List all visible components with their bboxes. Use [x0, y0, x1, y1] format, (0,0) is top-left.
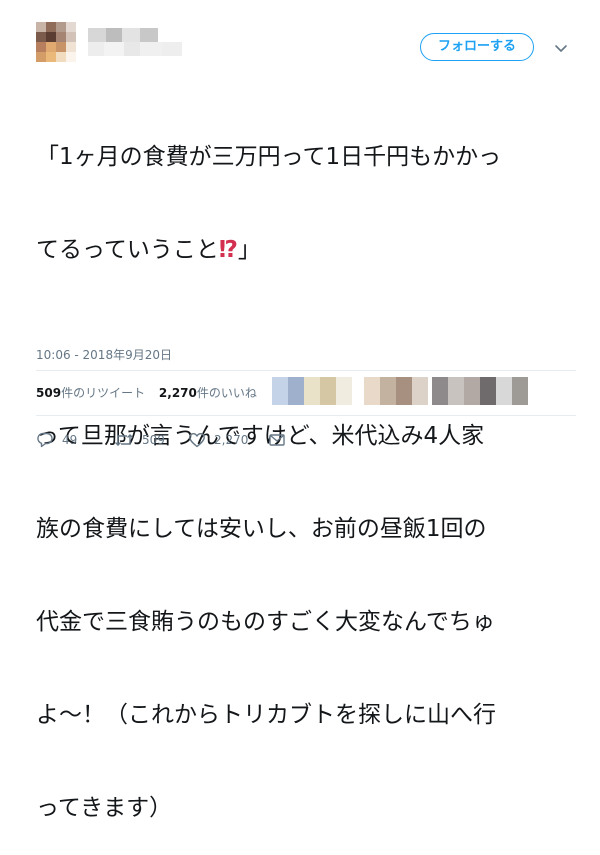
dm-icon	[269, 434, 285, 446]
chevron-down-icon[interactable]	[553, 40, 569, 56]
tweet-text: 「1ヶ月の食費が三万円って1日千円もかかっ てるっていうこと⁉」 って旦那が言う…	[36, 80, 576, 855]
tweet-line: よ〜！（これからトリカブトを探しに山へ行	[36, 702, 496, 728]
divider	[36, 415, 576, 416]
reply-icon	[37, 432, 53, 448]
action-bar: 49 509 2,270	[36, 430, 336, 450]
tweet-line: 「1ヶ月の食費が三万円って1日千円もかかっ	[36, 144, 502, 170]
tweet-line-close: 」	[237, 237, 261, 263]
retweet-icon	[115, 434, 133, 446]
like-button[interactable]: 2,270	[188, 430, 248, 450]
like-stat-count: 2,270	[158, 386, 197, 400]
tweet-line-text: てるっていうこと	[36, 237, 219, 263]
tweet-line: 族の食費にしては安いし、お前の昼飯1回の	[36, 516, 487, 542]
tweet-line: 代金で三食賄うのものすごく大変なんでちゅ	[36, 609, 495, 635]
like-stat[interactable]: 2,270件のいいね	[159, 384, 257, 401]
like-stat-label: 件のいいね	[196, 386, 257, 400]
display-name[interactable]	[88, 26, 228, 56]
retweet-stat[interactable]: 509件のリツイート	[36, 384, 145, 401]
like-icon	[189, 433, 205, 448]
retweet-button[interactable]: 509	[114, 430, 165, 450]
tweet-timestamp[interactable]: 10:06 - 2018年9月20日	[36, 346, 172, 363]
liker-avatars[interactable]	[272, 373, 572, 409]
avatar[interactable]	[36, 22, 76, 62]
divider	[36, 370, 576, 371]
tweet-line: てるっていうこと⁉」	[36, 235, 576, 266]
retweet-stat-label: 件のリツイート	[61, 386, 146, 400]
retweet-stat-count: 509	[36, 386, 62, 400]
tweet-line: ってきます）	[36, 795, 173, 821]
tweet-stats: 509件のリツイート 2,270件のいいね	[36, 384, 267, 401]
reply-button[interactable]: 49	[36, 430, 77, 450]
exclamation-question-emoji: ⁉	[218, 237, 238, 263]
follow-button[interactable]: フォローする	[420, 33, 534, 61]
like-count: 2,270	[214, 433, 249, 447]
dm-button[interactable]	[268, 430, 286, 450]
retweet-count: 509	[142, 433, 165, 447]
reply-count: 49	[62, 433, 78, 447]
